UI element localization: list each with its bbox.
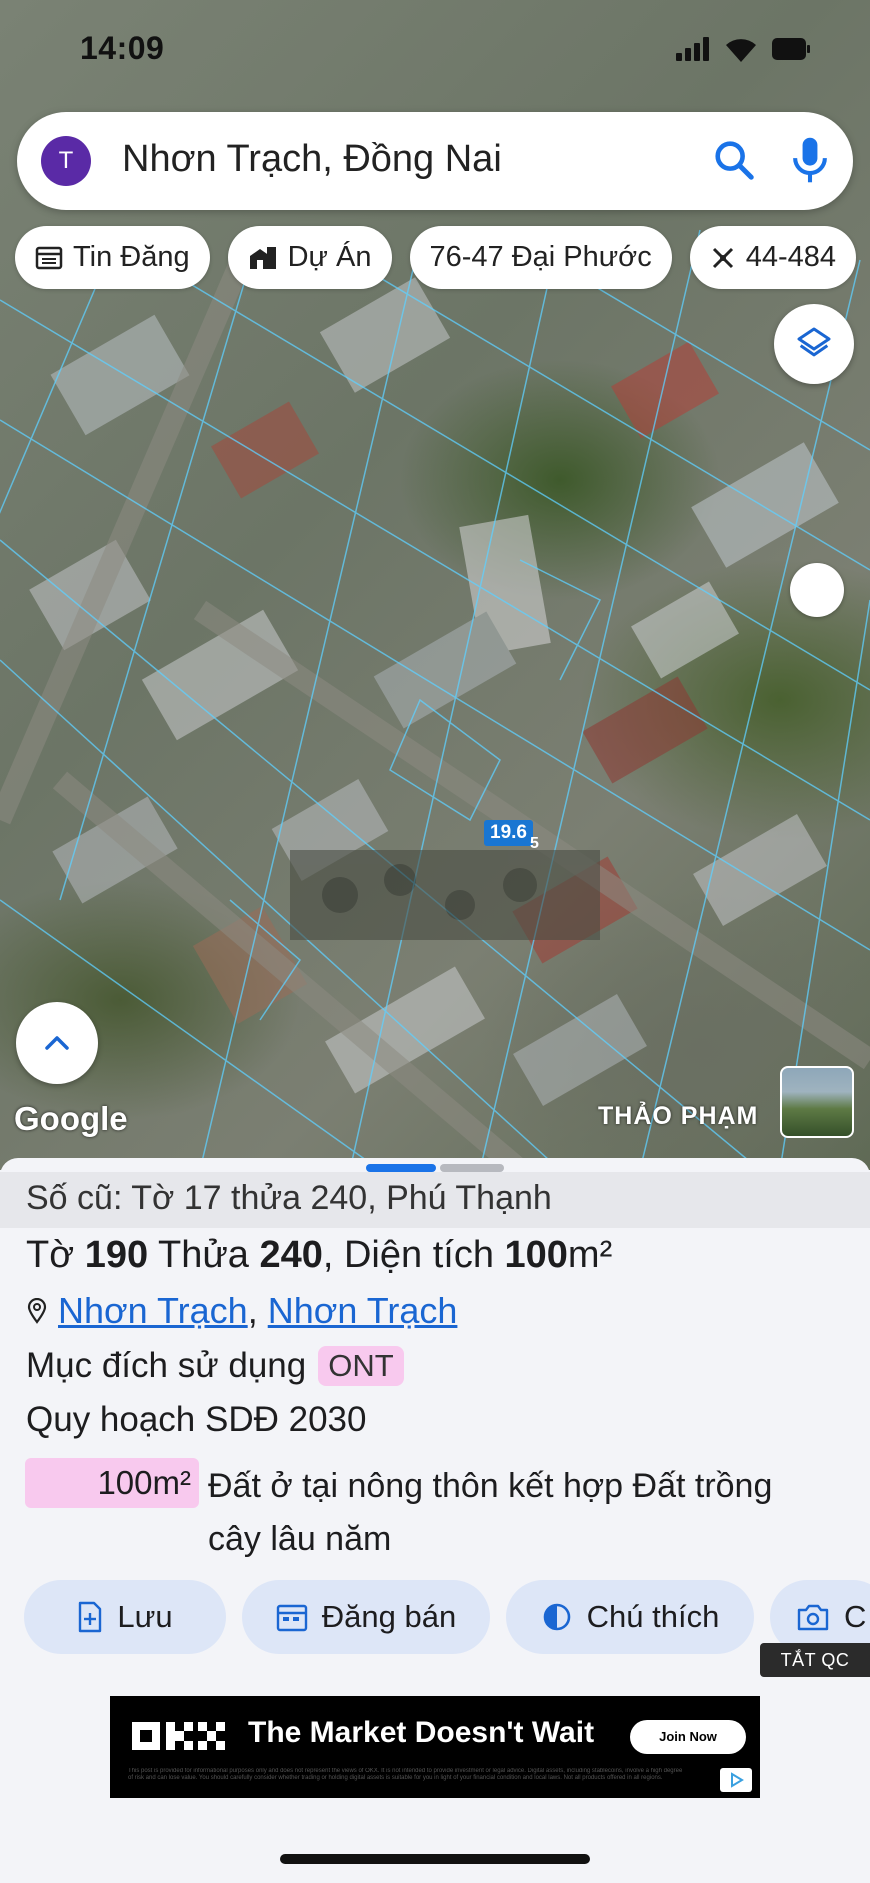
chip-label: 44-484 <box>745 241 837 273</box>
calendar-icon <box>276 1604 307 1632</box>
status-icons <box>676 36 812 62</box>
sheet-number: 190 <box>84 1234 149 1276</box>
home-indicator[interactable] <box>280 1854 590 1864</box>
post-for-sale-label: Đăng bán <box>321 1599 457 1634</box>
satellite-map[interactable]: 14:09 T Nhơn Trạch, Đồng Nai Tin Đăng Dự… <box>0 0 870 1170</box>
listing-icon <box>35 246 63 269</box>
chip-tin-dang[interactable]: Tin Đăng <box>15 226 210 289</box>
planning-area-badge: 100m² <box>25 1458 199 1508</box>
compass-tools-icon <box>712 247 733 268</box>
parcel-prefix: Thửa <box>148 1234 260 1276</box>
chip-label: Dự Án <box>287 241 372 273</box>
cellular-signal-icon <box>676 37 709 61</box>
old-parcel-number: Số cũ: Tờ 17 thửa 240, Phú Thạnh <box>0 1172 870 1228</box>
ad-choices-icon[interactable] <box>720 1768 752 1792</box>
google-logo: Google <box>14 1100 128 1137</box>
search-bar[interactable]: T Nhơn Trạch, Đồng Nai <box>17 112 853 210</box>
camera-add-icon <box>797 1604 829 1631</box>
parcel-summary: Tờ 190 Thửa 240, Diện tích 100m² <box>26 1234 612 1277</box>
action-buttons: Lưu Đăng bán Chú thích C <box>24 1580 870 1654</box>
location-link-district[interactable]: Nhơn Trạch <box>58 1290 248 1331</box>
watermark: THẢO PHẠM <box>598 1102 759 1130</box>
planning-description-line-1: Đất ở tại nông thôn kết hợp Đất trồng <box>208 1467 773 1505</box>
sheet-handle-active[interactable] <box>366 1164 436 1172</box>
ad-join-button[interactable]: Join Now <box>630 1720 746 1754</box>
purpose-code-badge: ONT <box>318 1346 404 1386</box>
legend-button[interactable]: Chú thích <box>506 1580 754 1654</box>
chip-label: 76-47 Đại Phước <box>429 241 652 273</box>
sheet-handle[interactable] <box>440 1164 504 1172</box>
area-unit: m² <box>567 1234 613 1276</box>
ad-fine-print: This post is provided for informational … <box>128 1768 683 1781</box>
planning-description: Đất ở tại nông thôn kết hợp Đất trồng câ… <box>208 1460 870 1566</box>
battery-icon <box>772 38 810 60</box>
contrast-icon <box>543 1603 570 1631</box>
location-link-ward[interactable]: Nhơn Trạch <box>268 1290 458 1331</box>
expand-sheet-button[interactable] <box>16 1002 98 1084</box>
ad-headline: The Market Doesn't Wait <box>248 1716 595 1749</box>
chip-measure[interactable]: 44-484 <box>689 226 857 289</box>
area-value: 100 <box>504 1234 568 1276</box>
legend-label: Chú thích <box>586 1599 720 1634</box>
wifi-icon <box>726 39 756 62</box>
parcel-dimension-label-2: 5 <box>530 835 539 852</box>
chip-location[interactable]: 76-47 Đại Phước <box>409 226 672 289</box>
save-doc-icon <box>79 1601 102 1633</box>
add-photo-label: C <box>844 1599 867 1634</box>
parcel-dimension-label: 19.6 <box>484 820 533 846</box>
avatar[interactable]: T <box>41 136 91 186</box>
ad-banner[interactable]: The Market Doesn't Wait Join Now This po… <box>110 1696 760 1798</box>
status-time: 14:09 <box>80 30 165 66</box>
location-pin-icon <box>27 1298 47 1324</box>
area-prefix: , Diện tích <box>322 1234 505 1276</box>
play-triangle-icon <box>731 1772 744 1788</box>
layers-icon <box>797 327 831 357</box>
chip-label: Tin Đăng <box>73 241 190 273</box>
save-label: Lưu <box>117 1599 173 1634</box>
search-icon[interactable] <box>711 137 757 183</box>
purpose-label: Mục đích sử dụng <box>26 1346 307 1385</box>
location-separator: , <box>247 1290 258 1331</box>
filter-chips: Tin Đăng Dự Án 76-47 Đại Phước 44-484 <box>15 226 857 289</box>
post-for-sale-button[interactable]: Đăng bán <box>242 1580 490 1654</box>
microphone-icon[interactable] <box>787 134 833 186</box>
hide-ads-button[interactable]: TẮT QC <box>760 1643 870 1677</box>
ad-brand-logo <box>132 1722 225 1750</box>
land-use-purpose: Mục đích sử dụng ONT <box>26 1346 404 1386</box>
planning-label: Quy hoạch SDĐ 2030 <box>26 1400 367 1439</box>
location-line: Nhơn Trạch, Nhơn Trạch <box>26 1290 457 1332</box>
planning-description-line-2: cây lâu năm <box>208 1520 392 1558</box>
save-button[interactable]: Lưu <box>24 1580 226 1654</box>
sheet-prefix: Tờ <box>26 1234 85 1276</box>
chip-du-an[interactable]: Dự Án <box>227 226 392 289</box>
layers-button[interactable] <box>774 304 854 384</box>
location-dot-button[interactable] <box>790 563 844 617</box>
project-building-icon <box>249 246 276 269</box>
chevron-up-icon <box>45 1036 69 1050</box>
search-input[interactable]: Nhơn Trạch, Đồng Nai <box>122 138 502 181</box>
parcel-number: 240 <box>259 1234 323 1276</box>
street-view-thumbnail[interactable] <box>780 1066 854 1138</box>
